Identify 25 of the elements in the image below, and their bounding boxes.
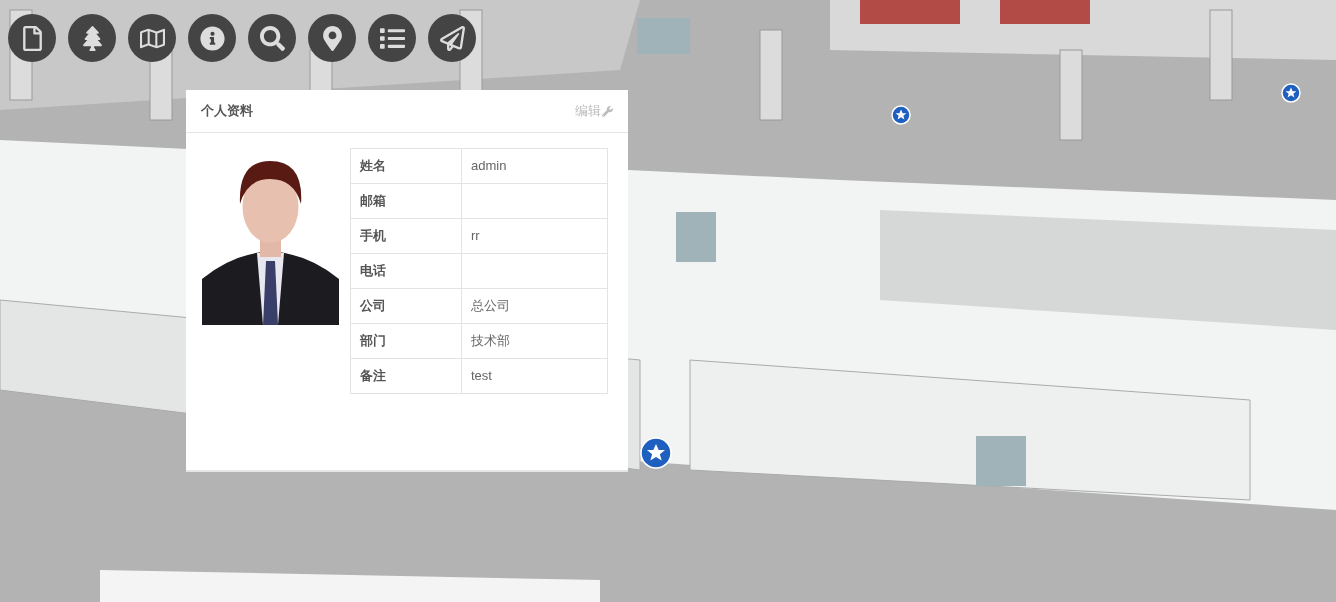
field-label: 公司: [350, 288, 462, 324]
info-icon: [199, 25, 225, 51]
field-value: admin: [461, 148, 608, 184]
edit-link[interactable]: 编辑: [575, 101, 613, 121]
search-icon: [259, 25, 285, 51]
field-label: 邮箱: [350, 183, 462, 219]
field-value: 总公司: [461, 288, 608, 324]
star-marker-icon[interactable]: [640, 437, 672, 469]
field-label: 部门: [350, 323, 462, 359]
field-value: rr: [461, 218, 608, 254]
panel-title: 个人资料: [201, 102, 253, 121]
door: [976, 436, 1026, 486]
door: [637, 18, 690, 54]
field-label: 姓名: [350, 148, 462, 184]
list-icon: [379, 25, 405, 51]
paper-plane-icon: [439, 25, 465, 51]
star-marker-icon[interactable]: [1281, 83, 1301, 103]
field-label: 备注: [350, 358, 462, 394]
field-label: 电话: [350, 253, 462, 289]
field-value: test: [461, 358, 608, 394]
door: [676, 212, 716, 262]
wrench-icon: [602, 105, 613, 117]
star-marker-icon[interactable]: [891, 105, 911, 125]
field-value: 技术部: [461, 323, 608, 359]
field-label: 手机: [350, 218, 462, 254]
